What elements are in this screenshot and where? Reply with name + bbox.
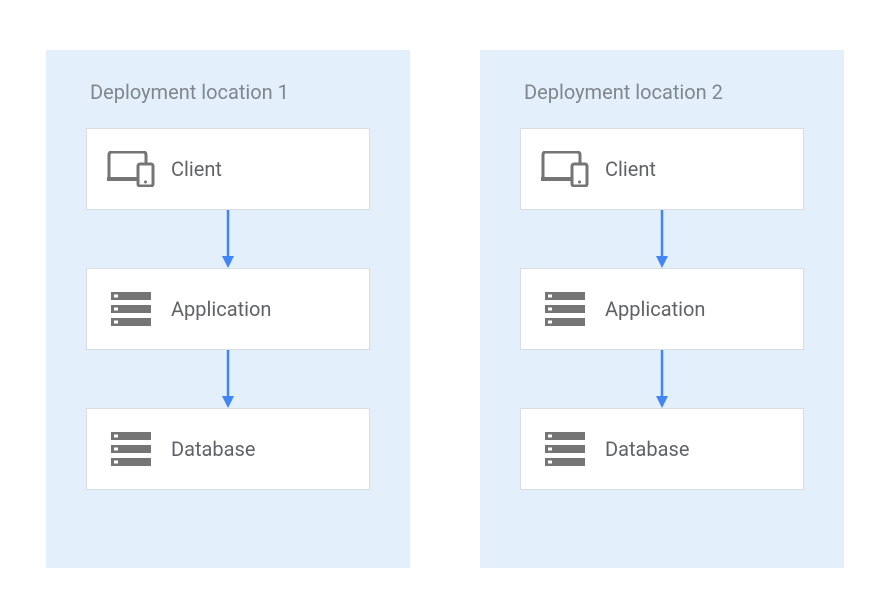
client-label: Client (605, 157, 656, 181)
database-node: Database (86, 408, 370, 490)
client-node: Client (86, 128, 370, 210)
application-label: Application (171, 297, 271, 321)
application-label: Application (605, 297, 705, 321)
deployment-location-2: Deployment location 2 Client (480, 50, 844, 568)
devices-icon (107, 149, 155, 189)
application-node: Application (520, 268, 804, 350)
database-node: Database (520, 408, 804, 490)
database-label: Database (171, 437, 255, 461)
server-icon (541, 429, 589, 469)
location-2-title: Deployment location 2 (524, 80, 723, 104)
arrow-down-icon (227, 350, 229, 408)
devices-icon (541, 149, 589, 189)
location-1-title: Deployment location 1 (90, 80, 289, 104)
server-icon (107, 429, 155, 469)
database-label: Database (605, 437, 689, 461)
client-node: Client (520, 128, 804, 210)
server-icon (107, 289, 155, 329)
arrow-down-icon (227, 210, 229, 268)
arrow-down-icon (661, 210, 663, 268)
deployment-location-1: Deployment location 1 Client (46, 50, 410, 568)
application-node: Application (86, 268, 370, 350)
server-icon (541, 289, 589, 329)
client-label: Client (171, 157, 222, 181)
arrow-down-icon (661, 350, 663, 408)
